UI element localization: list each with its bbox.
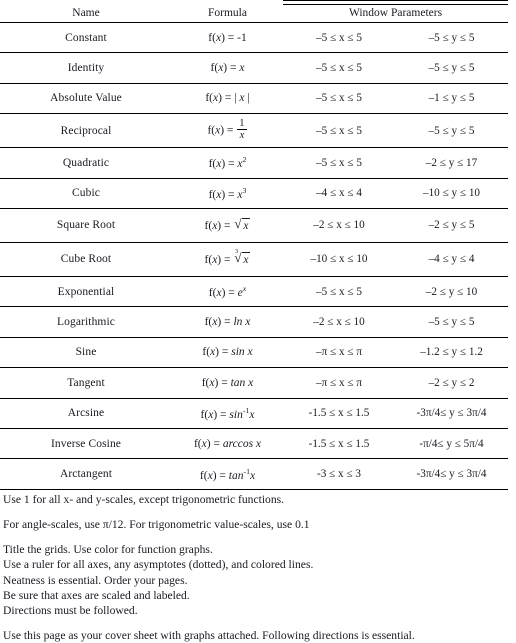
x-window: –π ≤ x ≤ π — [283, 367, 395, 399]
instruction-line-cover-sheet: Use this page as your cover sheet with g… — [3, 629, 415, 643]
instruction-line: Neatness is essential. Order your pages. — [3, 573, 188, 587]
function-formula: f(x) = -1 — [172, 22, 283, 54]
table-row: Sine f(x) = sin x –π ≤ x ≤ π –1.2 ≤ y ≤ … — [0, 337, 508, 369]
table-row: Cubic f(x) = x3 –4 ≤ x ≤ 4 –10 ≤ y ≤ 10 — [0, 178, 508, 209]
x-window: –2 ≤ x ≤ 10 — [283, 306, 395, 338]
x-window: –10 ≤ x ≤ 10 — [283, 242, 395, 277]
y-window: -π/4≤ y ≤ 5π/4 — [395, 428, 508, 460]
x-window: –5 ≤ x ≤ 5 — [283, 83, 395, 115]
x-window: –π ≤ x ≤ π — [283, 337, 395, 369]
x-window: -3 ≤ x ≤ 3 — [283, 458, 395, 490]
function-name: Arctangent — [0, 458, 172, 490]
x-window: –4 ≤ x ≤ 4 — [283, 178, 395, 209]
header-name: Name — [0, 4, 172, 23]
cube-root-icon: 3 √ x — [234, 248, 251, 267]
y-window: -3π/4≤ y ≤ 3π/4 — [395, 398, 508, 429]
function-name: Logarithmic — [0, 306, 172, 338]
table-row: Arcsine f(x) = sin-1x -1.5 ≤ x ≤ 1.5 -3π… — [0, 398, 508, 429]
x-window: -1.5 ≤ x ≤ 1.5 — [283, 428, 395, 460]
table-row: Logarithmic f(x) = ln x –2 ≤ x ≤ 10 –5 ≤… — [0, 306, 508, 338]
fraction-one-over-x: 1x — [237, 117, 247, 142]
function-name: Quadratic — [0, 147, 172, 179]
parent-functions-table: Name Formula Window Parameters Constant … — [0, 0, 508, 490]
function-formula: f(x) = tan-1x — [172, 458, 283, 490]
function-formula: f(x) = x3 — [172, 178, 283, 209]
function-name: Identity — [0, 52, 172, 84]
y-window: -3π/4≤ y ≤ 3π/4 — [395, 458, 508, 490]
function-name: Tangent — [0, 367, 172, 399]
function-name: Square Root — [0, 208, 172, 243]
function-name: Reciprocal — [0, 113, 172, 149]
header-window-parameters: Window Parameters — [283, 4, 508, 23]
table-row: Square Root f(x) = √ x –2 ≤ x ≤ 10 –2 ≤ y… — [0, 208, 508, 243]
function-formula: f(x) = 1x — [172, 113, 283, 149]
function-formula: f(x) = ex — [172, 276, 283, 308]
header-formula: Formula — [172, 4, 283, 23]
instruction-line: For angle-scales, use π/12. For trigonom… — [3, 517, 310, 531]
y-window: –2 ≤ y ≤ 5 — [395, 208, 508, 243]
function-name: Exponential — [0, 276, 172, 308]
y-window: –2 ≤ y ≤ 17 — [395, 147, 508, 179]
instruction-line: Be sure that axes are scaled and labeled… — [3, 588, 190, 602]
y-window: –5 ≤ y ≤ 5 — [395, 22, 508, 54]
function-name: Cube Root — [0, 242, 172, 277]
function-name: Absolute Value — [0, 83, 172, 115]
function-name: Arcsine — [0, 398, 172, 429]
function-formula: f(x) = √ x — [172, 208, 283, 243]
function-name: Sine — [0, 337, 172, 369]
x-window: –5 ≤ x ≤ 5 — [283, 113, 395, 149]
function-formula: f(x) = x — [172, 52, 283, 84]
x-window: –5 ≤ x ≤ 5 — [283, 52, 395, 84]
y-window: –5 ≤ y ≤ 5 — [395, 113, 508, 149]
table-row: Identity f(x) = x –5 ≤ x ≤ 5 –5 ≤ y ≤ 5 — [0, 52, 508, 84]
instruction-line: Use a ruler for all axes, any asymptotes… — [3, 558, 314, 572]
function-formula: f(x) = | x | — [172, 83, 283, 115]
y-window: –1.2 ≤ y ≤ 1.2 — [395, 337, 508, 369]
square-root-icon: √ x — [234, 216, 251, 233]
function-formula: f(x) = tan x — [172, 367, 283, 399]
y-window: –2 ≤ y ≤ 2 — [395, 367, 508, 399]
x-window: –5 ≤ x ≤ 5 — [283, 22, 395, 54]
y-window: –10 ≤ y ≤ 10 — [395, 178, 508, 209]
table-row: Constant f(x) = -1 –5 ≤ x ≤ 5 –5 ≤ y ≤ 5 — [0, 22, 508, 54]
table-row: Arctangent f(x) = tan-1x -3 ≤ x ≤ 3 -3π/… — [0, 458, 508, 490]
x-window: –2 ≤ x ≤ 10 — [283, 208, 395, 243]
table-row: Exponential f(x) = ex –5 ≤ x ≤ 5 –2 ≤ y … — [0, 276, 508, 308]
table-header-row: Name Formula Window Parameters — [0, 4, 508, 23]
function-formula: f(x) = ln x — [172, 306, 283, 338]
function-formula: f(x) = sin x — [172, 337, 283, 369]
worksheet-page: Name Formula Window Parameters Constant … — [0, 0, 516, 642]
instructions-list: Use 1 for all x- and y-scales, except tr… — [0, 492, 516, 643]
table-row: Absolute Value f(x) = | x | –5 ≤ x ≤ 5 –… — [0, 83, 508, 115]
function-formula: f(x) = sin-1x — [172, 398, 283, 429]
y-window: –5 ≤ y ≤ 5 — [395, 52, 508, 84]
table-row: Quadratic f(x) = x2 –5 ≤ x ≤ 5 –2 ≤ y ≤ … — [0, 147, 508, 179]
function-formula: f(x) = x2 — [172, 147, 283, 179]
x-window: -1.5 ≤ x ≤ 1.5 — [283, 398, 395, 429]
instruction-line: Directions must be followed. — [3, 603, 138, 617]
y-window: –1 ≤ y ≤ 5 — [395, 83, 508, 115]
x-window: –5 ≤ x ≤ 5 — [283, 147, 395, 179]
y-window: –2 ≤ y ≤ 10 — [395, 276, 508, 308]
y-window: –5 ≤ y ≤ 5 — [395, 306, 508, 338]
function-formula: f(x) = arccos x — [172, 428, 283, 460]
x-window: –5 ≤ x ≤ 5 — [283, 276, 395, 308]
instruction-line: Use 1 for all x- and y-scales, except tr… — [3, 492, 285, 506]
function-name: Inverse Cosine — [0, 428, 172, 460]
instruction-line: Title the grids. Use color for function … — [3, 543, 213, 557]
y-window: –4 ≤ y ≤ 4 — [395, 242, 508, 277]
table-row: Inverse Cosine f(x) = arccos x -1.5 ≤ x … — [0, 428, 508, 460]
function-name: Constant — [0, 22, 172, 54]
table-row: Cube Root f(x) = 3 √ x –10 ≤ x ≤ 10 –4 ≤ y… — [0, 242, 508, 277]
function-formula: f(x) = 3 √ x — [172, 242, 283, 277]
function-name: Cubic — [0, 178, 172, 209]
table-row: Reciprocal f(x) = 1x –5 ≤ x ≤ 5 –5 ≤ y ≤… — [0, 113, 508, 149]
table-row: Tangent f(x) = tan x –π ≤ x ≤ π –2 ≤ y ≤… — [0, 367, 508, 399]
